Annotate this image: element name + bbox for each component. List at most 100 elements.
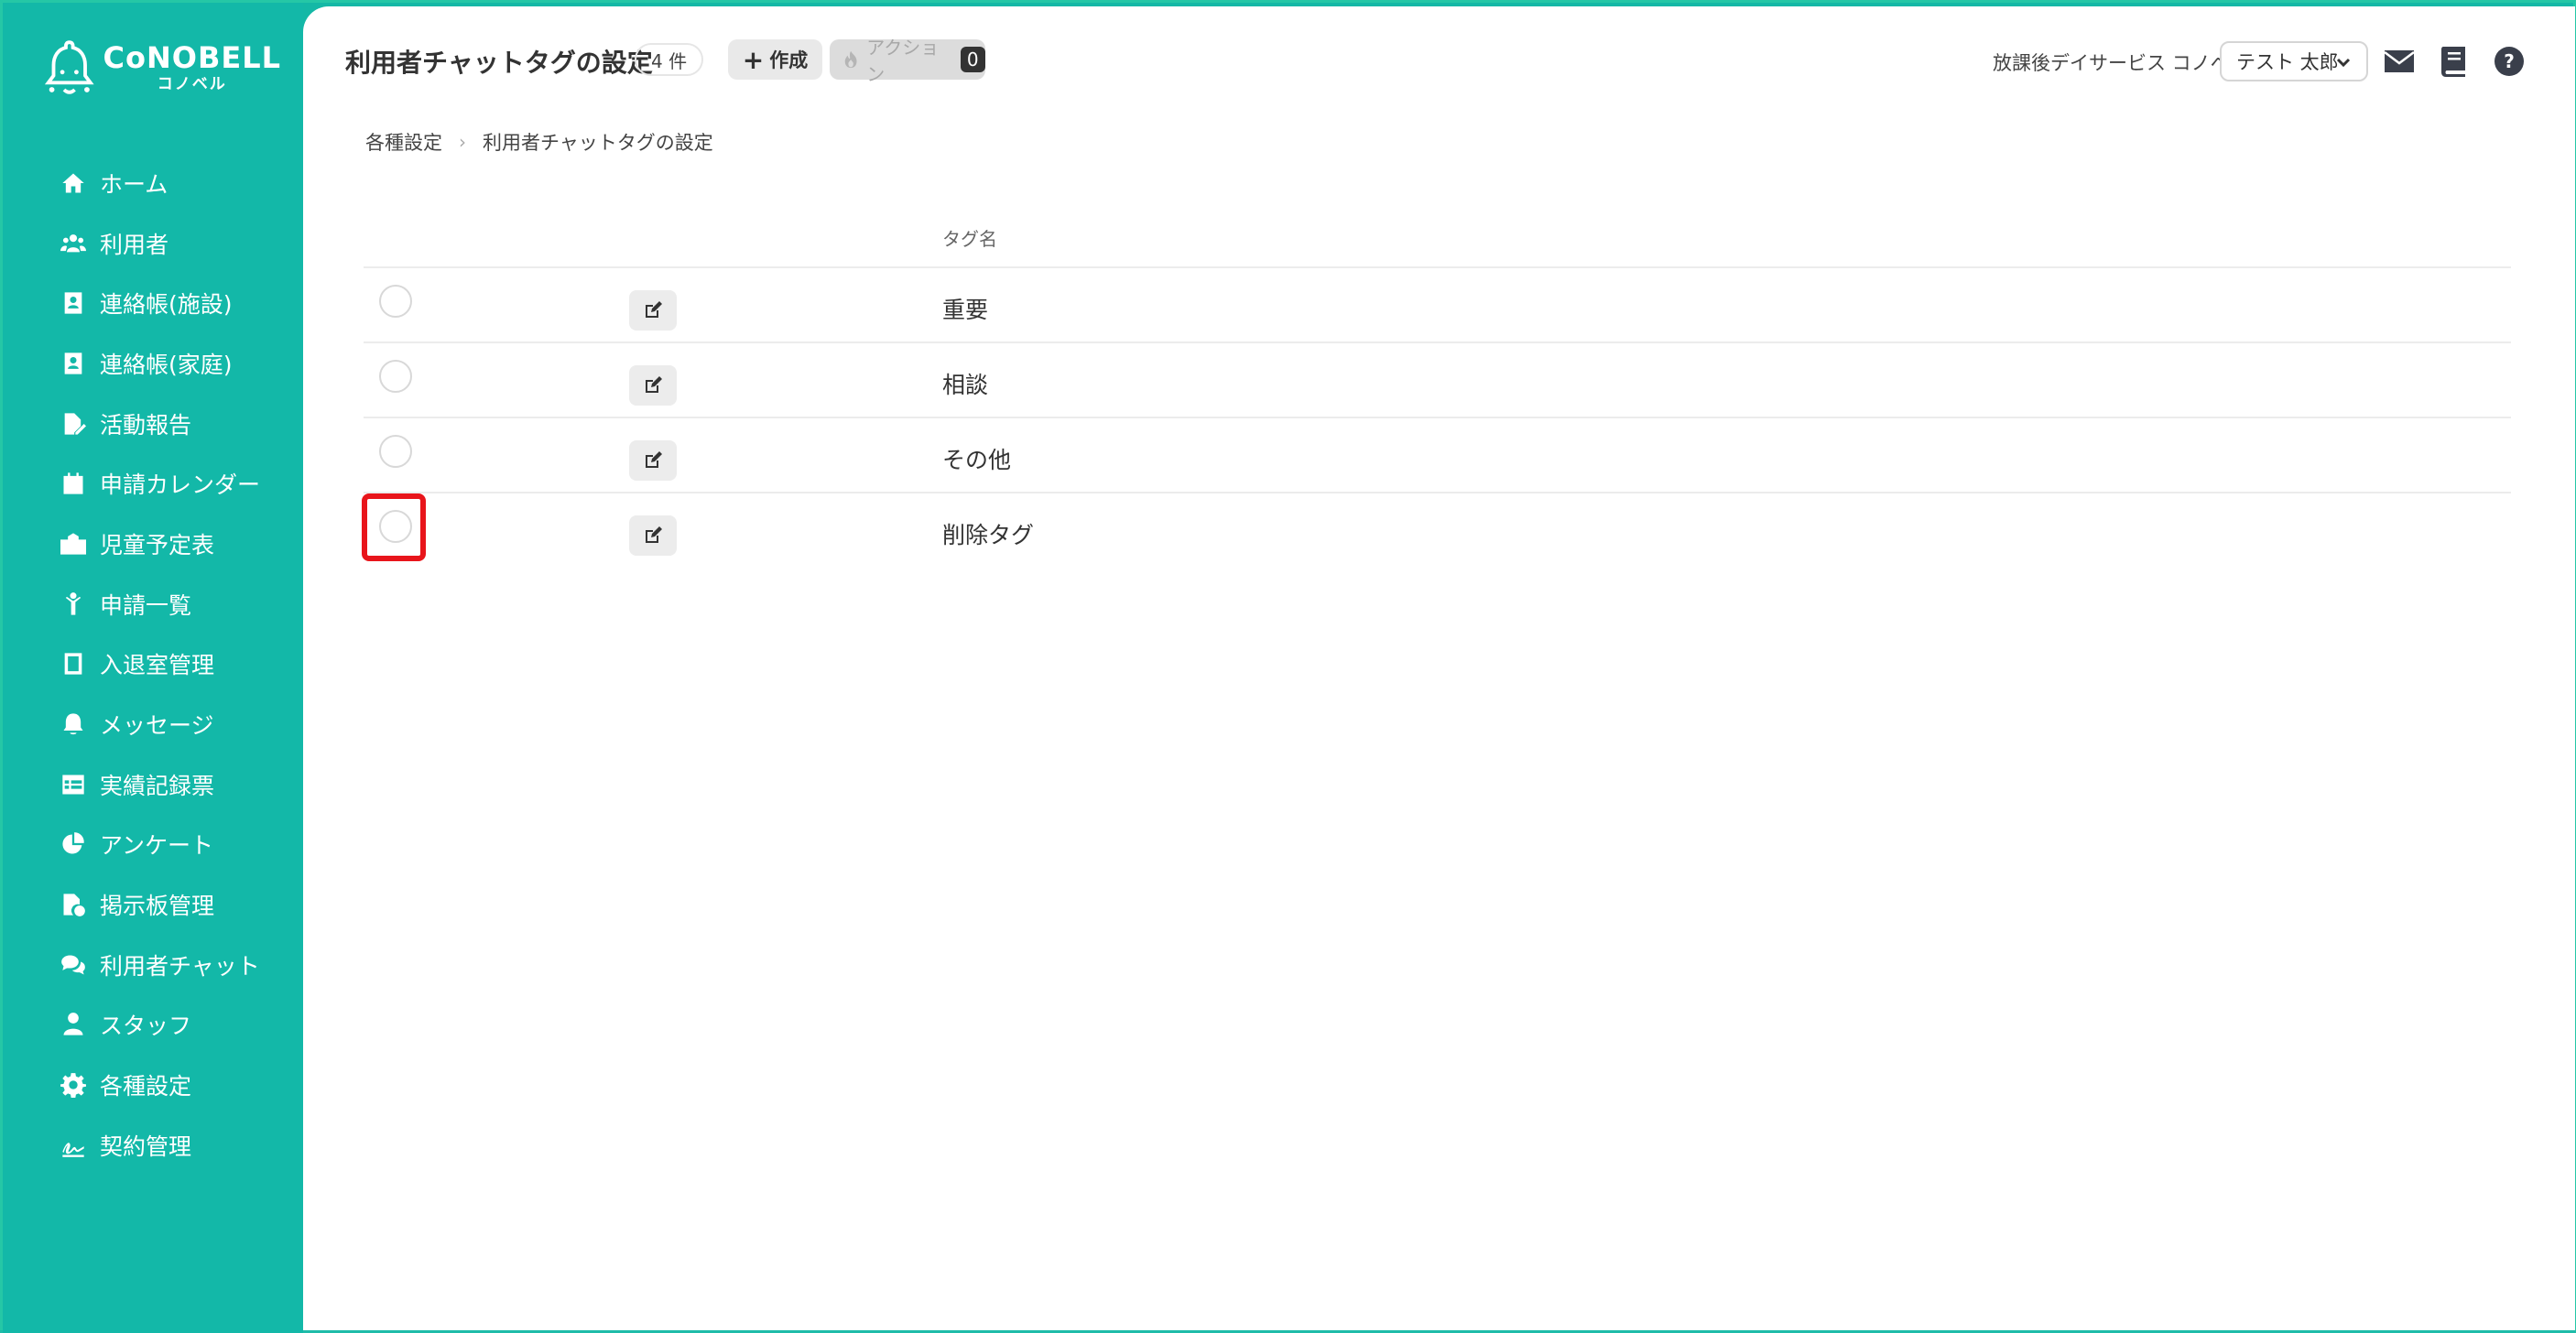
main-panel: 利用者チャットタグの設定 4 件 + 作成 アクション 0 放課後デイサービス … bbox=[303, 6, 2575, 1330]
action-button[interactable]: アクション 0 bbox=[830, 37, 985, 85]
sidebar-item-board-management[interactable]: 掲示板管理 bbox=[3, 874, 303, 935]
sidebar-item-label: 児童予定表 bbox=[100, 531, 215, 558]
sidebar-item-request-calendar[interactable]: 申請カレンダー bbox=[3, 453, 303, 514]
file-edit-icon bbox=[60, 410, 87, 438]
sidebar-item-label: スタッフ bbox=[100, 1013, 192, 1040]
row-select-checkbox[interactable] bbox=[379, 510, 412, 543]
user-select[interactable]: テスト 太郎 bbox=[2220, 41, 2368, 81]
row-select-checkbox[interactable] bbox=[379, 285, 412, 318]
sidebar-item-staff[interactable]: スタッフ bbox=[3, 995, 303, 1056]
tag-table: タグ名 重要 相談 その他 削除タグ bbox=[364, 204, 2511, 569]
home-icon bbox=[60, 169, 87, 197]
sidebar-item-contact-home[interactable]: 連絡帳(家庭) bbox=[3, 333, 303, 394]
users-icon bbox=[60, 230, 87, 257]
child-icon bbox=[60, 591, 87, 618]
svg-text:?: ? bbox=[2504, 50, 2515, 72]
count-badge: 4 件 bbox=[635, 43, 704, 76]
mail-icon[interactable] bbox=[2383, 45, 2416, 78]
table-header: タグ名 bbox=[364, 204, 2511, 268]
breadcrumb: 各種設定 › 利用者チャットタグの設定 bbox=[365, 128, 713, 156]
tablet-icon bbox=[60, 650, 87, 677]
create-button[interactable]: + 作成 bbox=[728, 39, 822, 80]
sidebar-item-label: アンケート bbox=[100, 832, 214, 860]
comments-icon bbox=[60, 951, 87, 979]
sidebar-item-message[interactable]: メッセージ bbox=[3, 694, 303, 754]
pie-chart-icon bbox=[60, 830, 87, 858]
sidebar-item-record-sheet[interactable]: 実績記録票 bbox=[3, 754, 303, 815]
sidebar-item-label: 連絡帳(家庭) bbox=[100, 351, 233, 378]
edit-icon bbox=[646, 451, 662, 468]
action-count-badge: 0 bbox=[960, 47, 985, 72]
sidebar-item-label: 利用者チャット bbox=[100, 952, 260, 980]
sidebar-item-label: 連絡帳(施設) bbox=[100, 291, 233, 319]
help-icon[interactable]: ? bbox=[2493, 45, 2526, 78]
edit-icon bbox=[646, 526, 662, 543]
gear-icon bbox=[60, 1071, 87, 1099]
sidebar-item-label: 実績記録票 bbox=[100, 772, 215, 799]
chevron-down-icon bbox=[2336, 58, 2351, 68]
sidebar-item-label: 利用者 bbox=[100, 231, 169, 258]
sidebar-item-survey[interactable]: アンケート bbox=[3, 815, 303, 875]
bell-icon bbox=[60, 710, 87, 738]
facility-name: 放課後デイサービス コノベル bbox=[1993, 52, 2249, 74]
sidebar-item-label: メッセージ bbox=[100, 712, 214, 740]
page-header: 利用者チャットタグの設定 4 件 + 作成 アクション 0 放課後デイサービス … bbox=[303, 6, 2575, 114]
table-row: 相談 bbox=[364, 343, 2511, 418]
edit-button[interactable] bbox=[629, 515, 677, 556]
app-window: CoNOBELL コノベル ホーム 利用者 連絡帳(施設) 連絡帳(家庭) 活動… bbox=[0, 0, 2576, 1333]
fire-icon bbox=[844, 50, 857, 69]
sidebar-item-label: 掲示板管理 bbox=[100, 893, 215, 920]
sidebar-item-home[interactable]: ホーム bbox=[3, 153, 303, 213]
sidebar-item-label: 申請カレンダー bbox=[100, 471, 261, 499]
edit-button[interactable] bbox=[629, 290, 677, 331]
edit-button[interactable] bbox=[629, 365, 677, 406]
row-select-checkbox[interactable] bbox=[379, 435, 412, 468]
table-row: 重要 bbox=[364, 268, 2511, 343]
plus-icon: + bbox=[742, 44, 765, 75]
address-book-icon bbox=[60, 289, 87, 317]
staff-icon bbox=[60, 1011, 87, 1038]
table-row: その他 bbox=[364, 418, 2511, 493]
bell-logo-icon bbox=[44, 40, 94, 94]
sidebar-item-request-list[interactable]: 申請一覧 bbox=[3, 574, 303, 634]
sidebar-item-label: 申請一覧 bbox=[100, 591, 192, 619]
sidebar-item-child-schedule[interactable]: 児童予定表 bbox=[3, 514, 303, 574]
sidebar-item-label: 各種設定 bbox=[100, 1073, 192, 1100]
brand-logo[interactable]: CoNOBELL コノベル bbox=[43, 36, 281, 100]
sidebar-item-user-chat[interactable]: 利用者チャット bbox=[3, 935, 303, 995]
user-select-value: テスト 太郎 bbox=[2236, 51, 2339, 73]
sidebar-item-settings[interactable]: 各種設定 bbox=[3, 1055, 303, 1115]
sidebar-item-entry-exit[interactable]: 入退室管理 bbox=[3, 634, 303, 695]
brand-subname: コノベル bbox=[157, 75, 227, 93]
tag-name: 重要 bbox=[942, 297, 989, 323]
sidebar: CoNOBELL コノベル ホーム 利用者 連絡帳(施設) 連絡帳(家庭) 活動… bbox=[3, 3, 303, 1333]
sidebar-item-label: 活動報告 bbox=[100, 411, 192, 439]
column-header-tag-name: タグ名 bbox=[942, 228, 997, 250]
edit-button[interactable] bbox=[629, 440, 677, 481]
calendar-icon bbox=[60, 470, 87, 497]
edit-icon bbox=[646, 376, 662, 393]
row-select-checkbox[interactable] bbox=[379, 360, 412, 393]
tag-name: その他 bbox=[942, 447, 1012, 473]
brand-name: CoNOBELL bbox=[103, 40, 281, 75]
tag-name: 相談 bbox=[942, 372, 989, 398]
create-button-label: 作成 bbox=[769, 49, 809, 71]
sidebar-item-users[interactable]: 利用者 bbox=[3, 213, 303, 274]
edit-icon bbox=[646, 301, 662, 318]
signature-icon bbox=[60, 1132, 87, 1159]
page-title: 利用者チャットタグの設定 bbox=[345, 48, 653, 78]
action-button-label: アクション bbox=[866, 37, 940, 85]
sidebar-item-label: ホーム bbox=[100, 170, 168, 198]
table-icon bbox=[60, 771, 87, 798]
manual-book-icon[interactable] bbox=[2438, 45, 2471, 78]
sidebar-item-label: 契約管理 bbox=[100, 1133, 192, 1160]
address-book-icon bbox=[60, 350, 87, 377]
breadcrumb-parent[interactable]: 各種設定 bbox=[365, 128, 442, 156]
sidebar-nav: ホーム 利用者 連絡帳(施設) 連絡帳(家庭) 活動報告 申請カレンダー 児童予… bbox=[3, 153, 303, 1176]
sidebar-item-contact-facility[interactable]: 連絡帳(施設) bbox=[3, 273, 303, 333]
sidebar-item-activity-report[interactable]: 活動報告 bbox=[3, 394, 303, 454]
file-check-icon bbox=[60, 891, 87, 918]
sidebar-item-contract[interactable]: 契約管理 bbox=[3, 1115, 303, 1176]
school-icon bbox=[60, 530, 87, 558]
sidebar-item-label: 入退室管理 bbox=[100, 652, 215, 679]
